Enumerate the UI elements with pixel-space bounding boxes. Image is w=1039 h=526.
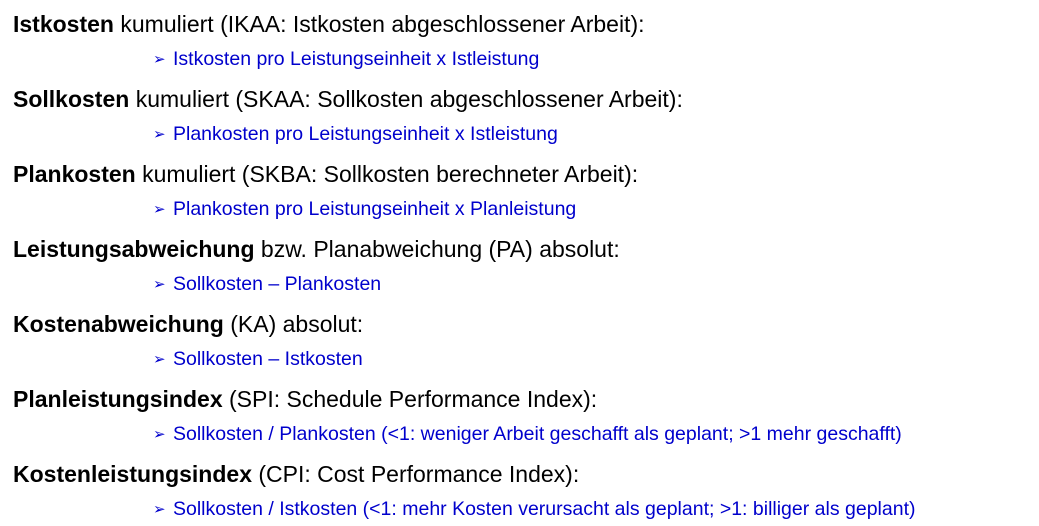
arrowhead-bullet-icon: ➢ [153,351,166,368]
formula-text: Istkosten pro Leistungseinheit x Istleis… [173,48,540,70]
entry-leistungsabweichung: Leistungsabweichung bzw. Planabweichung … [13,235,1033,297]
term-description: (KA) absolut: [223,311,364,337]
term: Kostenleistungsindex [13,461,252,487]
entry-istkosten: Istkosten kumuliert (IKAA: Istkosten abg… [13,10,1033,72]
entry-plankosten: Plankosten kumuliert (SKBA: Sollkosten b… [13,160,1033,222]
formula-line: ➢ Plankosten pro Leistungseinheit x Planl… [153,197,1033,222]
term-description: bzw. Planabweichung (PA) absolut: [254,236,620,262]
formula-text: Plankosten pro Leistungseinheit x Planle… [173,198,577,220]
definitions-document: Istkosten kumuliert (IKAA: Istkosten abg… [0,0,1039,526]
formula-text: Sollkosten / Istkosten (<1: mehr Kosten … [173,498,916,520]
term-description: kumuliert (SKAA: Sollkosten abgeschlosse… [129,86,683,112]
term-line: Kostenabweichung (KA) absolut: [13,310,1033,338]
formula-line: ➢ Sollkosten / Plankosten (<1: weniger Ar… [153,422,1033,447]
term: Planleistungsindex [13,386,223,412]
term-line: Kostenleistungsindex (CPI: Cost Performa… [13,460,1033,488]
term-line: Istkosten kumuliert (IKAA: Istkosten abg… [13,10,1033,38]
entry-kostenleistungsindex: Kostenleistungsindex (CPI: Cost Performa… [13,460,1033,522]
term: Plankosten [13,161,136,187]
entry-kostenabweichung: Kostenabweichung (KA) absolut: ➢ Sollkost… [13,310,1033,372]
entry-sollkosten: Sollkosten kumuliert (SKAA: Sollkosten a… [13,85,1033,147]
formula-text: Sollkosten – Istkosten [173,348,363,370]
entry-planleistungsindex: Planleistungsindex (SPI: Schedule Perfor… [13,385,1033,447]
arrowhead-bullet-icon: ➢ [153,51,166,68]
formula-line: ➢ Istkosten pro Leistungseinheit x Istlei… [153,47,1033,72]
formula-line: ➢ Sollkosten – Istkosten [153,347,1033,372]
arrowhead-bullet-icon: ➢ [153,501,166,518]
term-description: kumuliert (IKAA: Istkosten abgeschlossen… [113,11,645,37]
arrowhead-bullet-icon: ➢ [153,276,166,293]
term-line: Plankosten kumuliert (SKBA: Sollkosten b… [13,160,1033,188]
arrowhead-bullet-icon: ➢ [153,126,166,143]
formula-line: ➢ Sollkosten – Plankosten [153,272,1033,297]
formula-line: ➢ Plankosten pro Leistungseinheit x Istle… [153,122,1033,147]
arrowhead-bullet-icon: ➢ [153,201,166,218]
term: Leistungsabweichung [13,236,255,262]
arrowhead-bullet-icon: ➢ [153,426,166,443]
formula-text: Plankosten pro Leistungseinheit x Istlei… [173,123,558,145]
term: Sollkosten [13,86,130,112]
term-line: Planleistungsindex (SPI: Schedule Perfor… [13,385,1033,413]
term-line: Leistungsabweichung bzw. Planabweichung … [13,235,1033,263]
formula-line: ➢ Sollkosten / Istkosten (<1: mehr Kosten… [153,497,1033,522]
formula-text: Sollkosten – Plankosten [173,273,382,295]
term: Istkosten [13,11,114,37]
term-description: (SPI: Schedule Performance Index): [222,386,598,412]
term: Kostenabweichung [13,311,224,337]
term-description: (CPI: Cost Performance Index): [251,461,580,487]
term-description: kumuliert (SKBA: Sollkosten berechneter … [135,161,639,187]
term-line: Sollkosten kumuliert (SKAA: Sollkosten a… [13,85,1033,113]
formula-text: Sollkosten / Plankosten (<1: weniger Arb… [173,423,902,445]
